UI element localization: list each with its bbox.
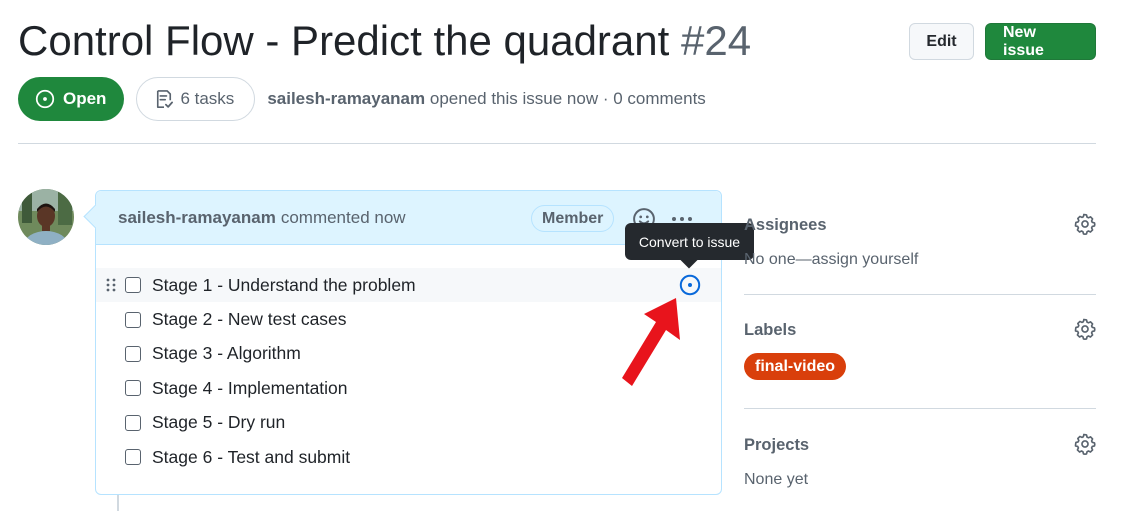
comment-timestamp[interactable]: commented now — [281, 208, 406, 228]
gear-icon[interactable] — [1074, 433, 1096, 455]
issue-meta-description: opened this issue now · 0 comments — [429, 89, 706, 108]
label-final-video[interactable]: final-video — [744, 353, 847, 380]
task-label: Stage 2 - New test cases — [152, 309, 347, 330]
assignees-value[interactable]: No one—assign yourself — [744, 251, 918, 269]
issue-sidebar: Assignees No one—assign yourself Labels … — [744, 190, 1096, 509]
assignees-heading[interactable]: Assignees — [744, 216, 827, 235]
task-checkbox[interactable] — [125, 449, 141, 466]
member-badge: Member — [531, 205, 615, 232]
task-label: Stage 5 - Dry run — [152, 412, 286, 433]
timeline-line — [117, 495, 119, 511]
issue-page: Control Flow - Predict the quadrant #24 … — [0, 0, 1122, 511]
avatar[interactable] — [18, 189, 74, 245]
issue-meta-text: sailesh-ramayanam opened this issue now … — [267, 89, 705, 109]
issue-author-link[interactable]: sailesh-ramayanam — [267, 89, 425, 108]
projects-section: Projects None yet — [744, 409, 1096, 509]
task-label: Stage 1 - Understand the problem — [152, 274, 416, 295]
tasks-count: 6 tasks — [180, 89, 235, 108]
task-item: Stage 5 - Dry run — [96, 406, 721, 440]
comment-author-link[interactable]: sailesh-ramayanam — [118, 208, 276, 228]
issue-meta: Open 6 tasks sailesh-ramayanam opened th… — [18, 77, 706, 121]
convert-to-issue-icon[interactable] — [679, 274, 701, 296]
tasks-progress-pill[interactable]: 6 tasks — [136, 77, 256, 121]
edit-button[interactable]: Edit — [909, 23, 974, 60]
checklist-icon — [157, 90, 174, 108]
task-checkbox[interactable] — [125, 380, 141, 397]
labels-heading[interactable]: Labels — [744, 321, 796, 340]
drag-handle-icon[interactable] — [105, 277, 117, 293]
gear-icon[interactable] — [1074, 213, 1096, 235]
labels-section: Labels final-video — [744, 295, 1096, 409]
header-divider — [18, 143, 1096, 144]
avatar-image — [18, 189, 74, 245]
task-checkbox[interactable] — [125, 311, 141, 328]
assignees-section: Assignees No one—assign yourself — [744, 190, 1096, 295]
task-label: Stage 3 - Algorithm — [152, 343, 301, 364]
task-label: Stage 6 - Test and submit — [152, 446, 351, 467]
task-checkbox[interactable] — [125, 414, 141, 431]
state-badge: Open — [18, 77, 125, 121]
header-actions: Edit New issue — [909, 23, 1096, 60]
annotation-arrow-icon — [622, 298, 680, 386]
state-badge-label: Open — [63, 89, 107, 108]
projects-heading[interactable]: Projects — [744, 436, 809, 455]
gear-icon[interactable] — [1074, 318, 1096, 340]
issue-title-text: Control Flow - Predict the quadrant — [18, 17, 670, 64]
convert-to-issue-tooltip: Convert to issue — [625, 223, 754, 260]
issue-header: Control Flow - Predict the quadrant #24 … — [18, 14, 1096, 70]
new-issue-button[interactable]: New issue — [985, 23, 1096, 60]
projects-value: None yet — [744, 471, 809, 488]
task-checkbox[interactable] — [125, 277, 141, 294]
issue-opened-icon — [35, 89, 55, 109]
task-label: Stage 4 - Implementation — [152, 377, 348, 398]
task-checkbox[interactable] — [125, 345, 141, 362]
labels-list: final-video — [744, 353, 847, 380]
task-item: Stage 6 - Test and submit — [96, 440, 721, 474]
issue-number: #24 — [680, 17, 752, 64]
